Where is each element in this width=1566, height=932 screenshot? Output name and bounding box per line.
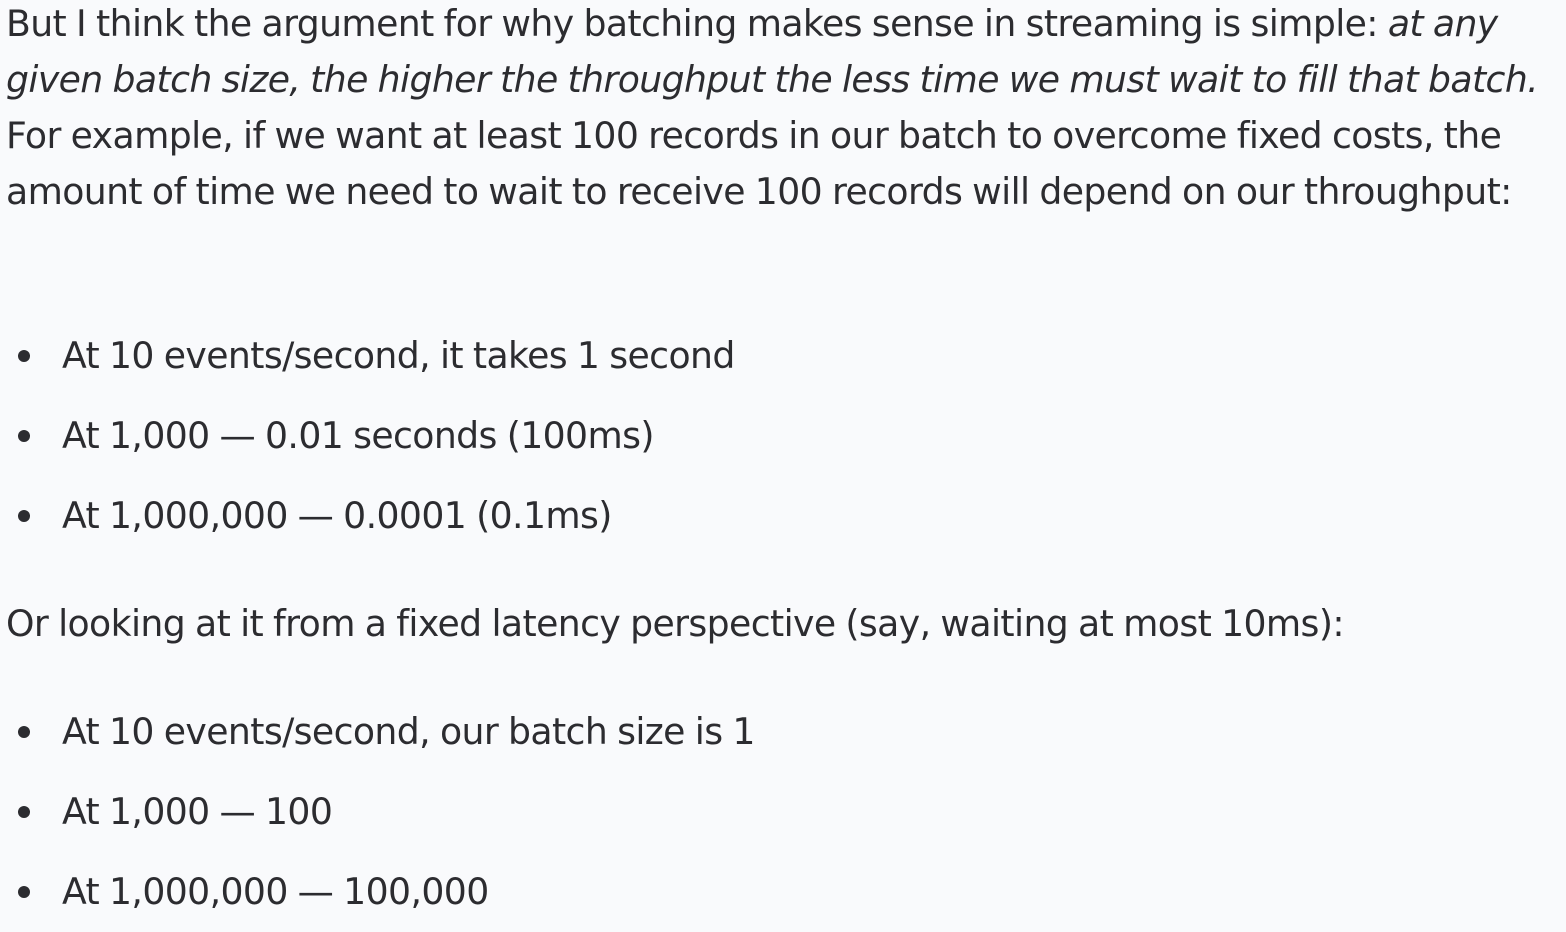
intro-rest-text: For example, if we want at least 100 rec… bbox=[6, 114, 1512, 213]
list-item-text: At 1,000 — 0.01 seconds (100ms) bbox=[62, 414, 655, 457]
list-item: At 1,000,000 — 100,000 bbox=[0, 864, 1566, 932]
list-item-text: At 10 events/second, it takes 1 second bbox=[62, 334, 735, 377]
bullet-icon bbox=[18, 350, 30, 362]
intro-paragraph: But I think the argument for why batchin… bbox=[6, 0, 1562, 220]
throughput-wait-list: At 10 events/second, it takes 1 second A… bbox=[0, 328, 1566, 568]
list-item: At 10 events/second, it takes 1 second bbox=[0, 328, 1566, 408]
list-item-text: At 1,000 — 100 bbox=[62, 790, 333, 833]
list-item-text: At 10 events/second, our batch size is 1 bbox=[62, 710, 755, 753]
batch-size-list: At 10 events/second, our batch size is 1… bbox=[0, 704, 1566, 932]
bullet-icon bbox=[18, 726, 30, 738]
bullet-icon bbox=[18, 806, 30, 818]
article-body: But I think the argument for why batchin… bbox=[0, 0, 1566, 932]
list-item-text: At 1,000,000 — 0.0001 (0.1ms) bbox=[62, 494, 612, 537]
intro-lead-text: But I think the argument for why batchin… bbox=[6, 2, 1388, 45]
list-item: At 1,000,000 — 0.0001 (0.1ms) bbox=[0, 488, 1566, 568]
list-item: At 1,000 — 0.01 seconds (100ms) bbox=[0, 408, 1566, 488]
list-item: At 1,000 — 100 bbox=[0, 784, 1566, 864]
list-item-text: At 1,000,000 — 100,000 bbox=[62, 870, 489, 913]
bullet-icon bbox=[18, 510, 30, 522]
latency-paragraph: Or looking at it from a fixed latency pe… bbox=[6, 602, 1345, 645]
bullet-icon bbox=[18, 886, 30, 898]
list-item: At 10 events/second, our batch size is 1 bbox=[0, 704, 1566, 784]
bullet-icon bbox=[18, 430, 30, 442]
